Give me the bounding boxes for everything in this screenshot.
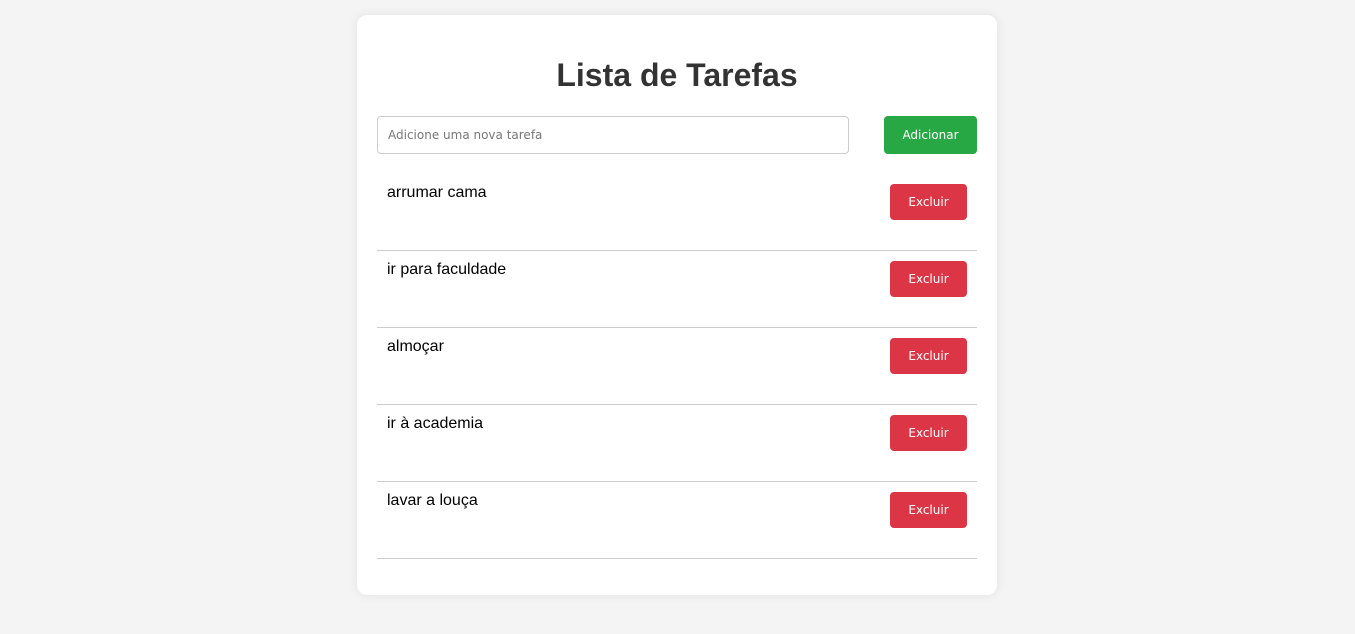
task-text: almoçar: [387, 338, 444, 355]
delete-task-button[interactable]: Excluir: [890, 184, 967, 220]
task-text: ir à academia: [387, 415, 484, 432]
add-task-button[interactable]: Adicionar: [884, 116, 977, 154]
task-item: ir à academia Excluir: [377, 405, 977, 482]
task-item: lavar a louça Excluir: [377, 482, 977, 559]
delete-task-button[interactable]: Excluir: [890, 261, 967, 297]
task-text: lavar a louça: [387, 492, 478, 509]
delete-task-button[interactable]: Excluir: [890, 492, 967, 528]
task-text: arrumar cama: [387, 184, 487, 201]
todo-card: Lista de Tarefas Adicionar arrumar cama …: [357, 15, 997, 595]
task-text: ir para faculdade: [387, 261, 507, 278]
task-list: arrumar cama Excluir ir para faculdade E…: [377, 174, 977, 559]
page-title: Lista de Tarefas: [556, 57, 798, 93]
new-task-input[interactable]: [377, 116, 849, 154]
delete-task-button[interactable]: Excluir: [890, 338, 967, 374]
task-item: arrumar cama Excluir: [377, 174, 977, 251]
delete-task-button[interactable]: Excluir: [890, 415, 967, 451]
task-item: ir para faculdade Excluir: [377, 251, 977, 328]
task-item: almoçar Excluir: [377, 328, 977, 405]
